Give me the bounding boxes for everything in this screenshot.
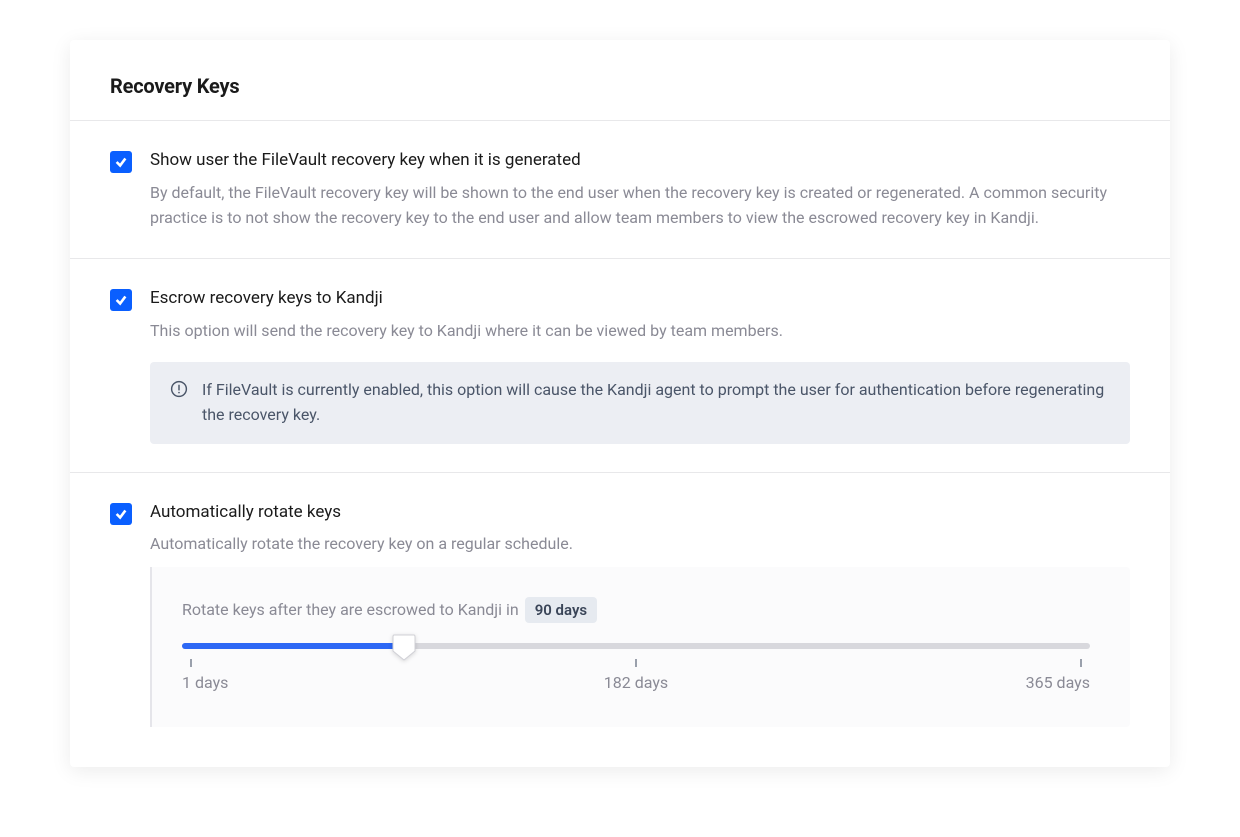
info-text: If FileVault is currently enabled, this …	[202, 378, 1110, 428]
setting-title: Show user the FileVault recovery key whe…	[150, 149, 1130, 173]
setting-title: Escrow recovery keys to Kandji	[150, 287, 1130, 311]
setting-content: Automatically rotate keys Automatically …	[150, 501, 1130, 558]
slider-mid-label: 182 days	[604, 673, 668, 692]
slider-tick	[1080, 659, 1082, 667]
slider-label-row: Rotate keys after they are escrowed to K…	[182, 597, 1090, 623]
setting-title: Automatically rotate keys	[150, 501, 1130, 525]
checkmark-icon	[114, 293, 128, 307]
setting-auto-rotate-keys: Automatically rotate keys Automatically …	[70, 473, 1170, 568]
slider-label-prefix: Rotate keys after they are escrowed to K…	[182, 600, 519, 619]
slider-min-label: 1 days	[182, 673, 228, 692]
slider-thumb[interactable]	[392, 633, 416, 661]
checkmark-icon	[114, 507, 128, 521]
info-icon	[170, 380, 188, 402]
slider-fill	[182, 643, 404, 649]
checkmark-icon	[114, 155, 128, 169]
slider-tick	[190, 659, 192, 667]
setting-content: Escrow recovery keys to Kandji This opti…	[150, 287, 1130, 443]
slider-container: 1 days 182 days 365 days	[182, 643, 1090, 697]
setting-description: By default, the FileVault recovery key w…	[150, 181, 1130, 231]
setting-description: This option will send the recovery key t…	[150, 319, 1130, 344]
setting-content: Show user the FileVault recovery key whe…	[150, 149, 1130, 230]
slider-ticks	[182, 659, 1090, 667]
slider-max-label: 365 days	[1026, 673, 1090, 692]
panel-title: Recovery Keys	[110, 74, 1130, 98]
checkbox-escrow-recovery-keys[interactable]	[110, 289, 132, 311]
slider-track[interactable]	[182, 643, 1090, 649]
info-box: If FileVault is currently enabled, this …	[150, 362, 1130, 444]
slider-value-badge: 90 days	[525, 597, 597, 623]
slider-tick	[635, 659, 637, 667]
checkbox-auto-rotate-keys[interactable]	[110, 503, 132, 525]
setting-escrow-recovery-keys: Escrow recovery keys to Kandji This opti…	[70, 259, 1170, 472]
checkbox-show-recovery-key[interactable]	[110, 151, 132, 173]
slider-labels: 1 days 182 days 365 days	[182, 673, 1090, 697]
panel-header: Recovery Keys	[70, 40, 1170, 121]
recovery-keys-panel: Recovery Keys Show user the FileVault re…	[70, 40, 1170, 767]
setting-description: Automatically rotate the recovery key on…	[150, 532, 1130, 557]
slider-wrapper: Rotate keys after they are escrowed to K…	[70, 567, 1170, 767]
rotate-keys-slider-section: Rotate keys after they are escrowed to K…	[150, 567, 1130, 727]
setting-show-recovery-key: Show user the FileVault recovery key whe…	[70, 121, 1170, 259]
